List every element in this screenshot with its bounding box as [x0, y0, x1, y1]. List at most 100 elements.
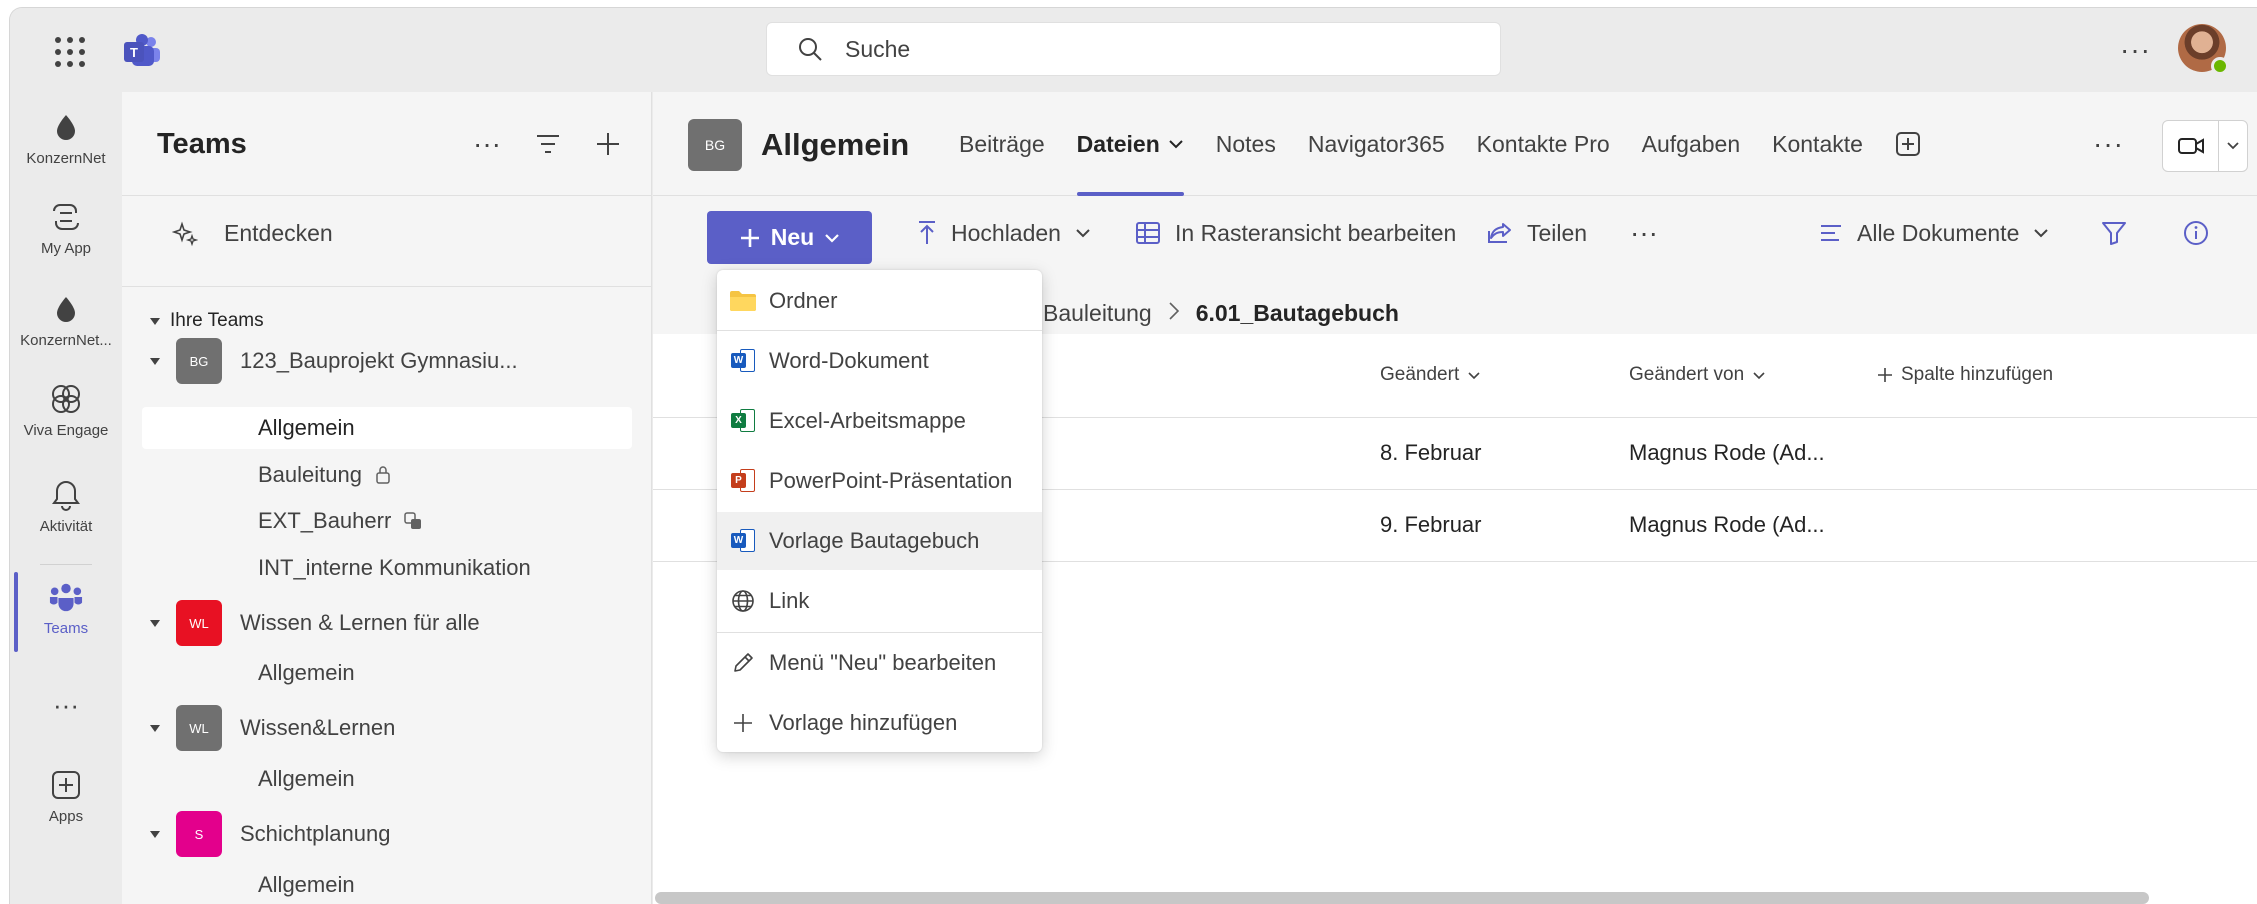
- tab-notes[interactable]: Notes: [1200, 92, 1292, 196]
- channel-item-allgemein[interactable]: Allgemein: [142, 407, 632, 449]
- rail-label: My App: [40, 240, 92, 257]
- panel-divider: [122, 195, 651, 196]
- team-item[interactable]: WL Wissen&Lernen: [122, 703, 652, 753]
- search-icon: [799, 38, 822, 61]
- rail-label: Apps: [48, 808, 84, 825]
- menu-item-template-bautagebuch[interactable]: W Vorlage Bautagebuch: [717, 512, 1042, 570]
- settings-more-button[interactable]: ···: [2120, 34, 2151, 66]
- rail-label: KonzernNet...: [20, 332, 112, 349]
- chevron-right-icon: [1168, 300, 1180, 327]
- your-teams-header[interactable]: Ihre Teams: [150, 310, 264, 332]
- rail-item-activity[interactable]: Aktivität: [10, 474, 122, 556]
- channel-item-int-interne-kommunikation[interactable]: INT_interne Kommunikation: [142, 547, 632, 589]
- command-more-button[interactable]: ···: [1630, 196, 1658, 270]
- rail-item-konzernnet[interactable]: KonzernNet: [10, 106, 122, 188]
- tab-kontakte[interactable]: Kontakte: [1756, 92, 1879, 196]
- list-view-icon: [1821, 225, 1841, 241]
- rail-item-konzernnet-2[interactable]: KonzernNet...: [10, 288, 122, 370]
- breadcrumb-item[interactable]: Bauleitung: [1043, 300, 1152, 327]
- grid-view-button[interactable]: In Rasteransicht bearbeiten: [1135, 196, 1456, 270]
- channel-item-allgemein[interactable]: Allgemein: [142, 864, 632, 904]
- channel-more-button[interactable]: ···: [2093, 128, 2124, 160]
- menu-item-edit-new-menu[interactable]: Menü "Neu" bearbeiten: [717, 634, 1042, 692]
- app-launcher-icon[interactable]: [52, 34, 85, 67]
- rail-item-apps[interactable]: Apps: [10, 764, 122, 846]
- modified-by: Magnus Rode (Ad...: [1629, 512, 1825, 537]
- column-header-modified[interactable]: Geändert: [1380, 364, 1481, 386]
- rail-label: KonzernNet: [26, 150, 106, 167]
- upload-button[interactable]: Hochladen: [917, 196, 1091, 270]
- word-icon: W: [729, 347, 757, 375]
- rail-divider: [40, 564, 92, 565]
- channel-item-bauleitung[interactable]: Bauleitung: [142, 454, 632, 496]
- rail-item-teams[interactable]: Teams: [10, 576, 122, 658]
- discover-button[interactable]: Entdecken: [172, 220, 333, 247]
- app-rail: KonzernNet My App KonzernNet... Viva Eng…: [10, 92, 122, 904]
- tab-dateien[interactable]: Dateien: [1061, 92, 1200, 196]
- filter-list-icon[interactable]: [535, 133, 561, 155]
- teams-logo-icon: T: [124, 34, 162, 68]
- breadcrumb-current: 6.01_Bautagebuch: [1195, 300, 1399, 326]
- team-name: Schichtplanung: [240, 821, 391, 846]
- team-avatar: S: [176, 811, 222, 857]
- menu-item-excel[interactable]: X Excel-Arbeitsmappe: [717, 392, 1042, 450]
- tab-kontakte-pro[interactable]: Kontakte Pro: [1461, 92, 1626, 196]
- teams-icon: [49, 580, 83, 614]
- team-avatar: BG: [688, 119, 742, 171]
- channel-tabs: Beiträge Dateien Notes Navigator365 Kont…: [943, 92, 1937, 196]
- panel-divider: [122, 286, 651, 287]
- avatar[interactable]: [2178, 24, 2229, 75]
- column-header-modified-by[interactable]: Geändert von: [1629, 364, 1766, 386]
- teams-window: T Suche ··· KonzernNet My App KonzernNet…: [10, 8, 2257, 904]
- powerpoint-icon: P: [729, 467, 757, 495]
- add-tab-button[interactable]: [1879, 92, 1937, 196]
- rail-item-viva-engage[interactable]: Viva Engage: [10, 378, 122, 460]
- excel-icon: X: [729, 407, 757, 435]
- rail-label: Teams: [43, 620, 89, 637]
- grid-icon: [1136, 222, 1160, 244]
- search-input[interactable]: Suche: [766, 22, 1501, 76]
- new-button[interactable]: Neu: [707, 211, 872, 264]
- chevron-down-icon: [1076, 229, 1090, 238]
- menu-item-add-template[interactable]: Vorlage hinzufügen: [717, 694, 1042, 752]
- add-column-button[interactable]: Spalte hinzufügen: [1877, 364, 2053, 386]
- menu-item-link[interactable]: Link: [717, 572, 1042, 630]
- rail-more-apps-button[interactable]: ···: [10, 690, 122, 772]
- new-menu: Ordner W Word-Dokument X Excel-Arbeitsma…: [717, 270, 1042, 752]
- tab-beitraege[interactable]: Beiträge: [943, 92, 1061, 196]
- chevron-down-icon: [825, 233, 839, 243]
- plus-icon: [740, 228, 759, 247]
- panel-more-button[interactable]: ···: [473, 130, 501, 158]
- panel-title: Teams: [157, 128, 247, 160]
- pencil-icon: [729, 649, 757, 677]
- rail-item-my-app[interactable]: My App: [10, 196, 122, 278]
- team-item[interactable]: WL Wissen & Lernen für alle: [122, 598, 652, 648]
- plus-icon: [729, 709, 757, 737]
- info-icon: [2184, 221, 2208, 245]
- tab-aufgaben[interactable]: Aufgaben: [1626, 92, 1756, 196]
- word-icon: W: [729, 527, 757, 555]
- share-button[interactable]: Teilen: [1487, 196, 1587, 270]
- command-bar: Neu Hochladen In Rasteransicht bearbeite…: [653, 196, 2257, 270]
- upload-icon: [919, 221, 935, 244]
- collapse-icon: [150, 357, 160, 365]
- search-placeholder: Suche: [845, 35, 911, 62]
- plus-icon[interactable]: [595, 131, 621, 157]
- team-item[interactable]: BG 123_Bauprojekt Gymnasiu...: [122, 336, 652, 386]
- meet-button[interactable]: [2162, 120, 2248, 172]
- team-item[interactable]: S Schichtplanung: [122, 809, 652, 859]
- channel-item-allgemein[interactable]: Allgemein: [142, 758, 632, 800]
- menu-item-word[interactable]: W Word-Dokument: [717, 332, 1042, 390]
- tab-navigator365[interactable]: Navigator365: [1292, 92, 1461, 196]
- sparkle-icon: [172, 220, 198, 246]
- info-button[interactable]: [2183, 196, 2223, 270]
- view-selector[interactable]: Alle Dokumente: [1819, 196, 2049, 270]
- share-icon: [1488, 223, 1511, 243]
- menu-item-powerpoint[interactable]: P PowerPoint-Präsentation: [717, 452, 1042, 510]
- channel-item-allgemein[interactable]: Allgemein: [142, 652, 632, 694]
- horizontal-scrollbar[interactable]: [655, 892, 2149, 904]
- menu-divider: [717, 330, 1042, 331]
- filter-button[interactable]: [2101, 196, 2141, 270]
- channel-item-ext-bauherr[interactable]: EXT_Bauherr: [142, 500, 632, 542]
- menu-item-folder[interactable]: Ordner: [717, 272, 1042, 330]
